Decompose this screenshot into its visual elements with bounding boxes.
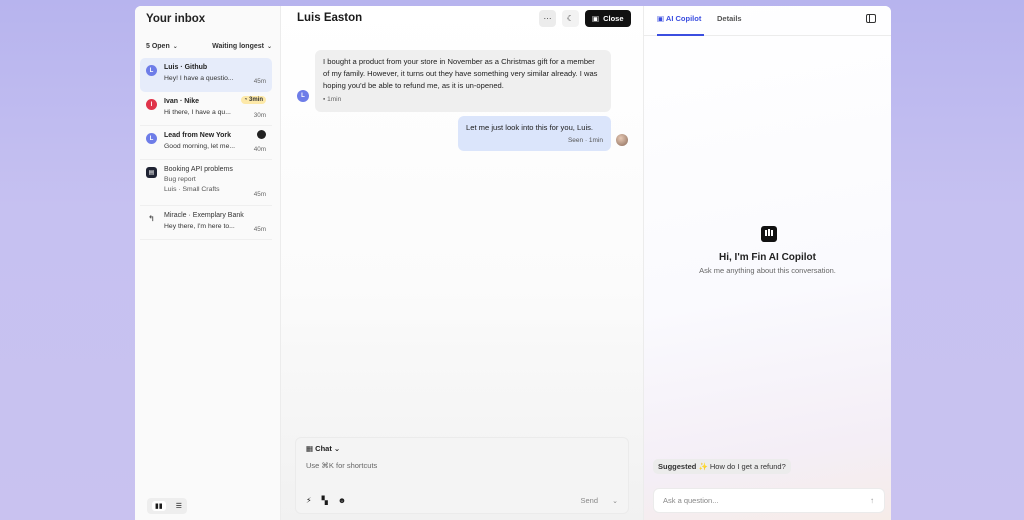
fin-logo-icon xyxy=(761,226,777,242)
conversation-name: Luis · Github xyxy=(164,64,208,71)
conversation-snippet: Hi there, I have a qu... xyxy=(164,109,231,116)
active-tab-indicator xyxy=(657,34,704,36)
more-icon: ··· xyxy=(543,14,552,23)
conversation-sub: Luis · Small Crafts xyxy=(164,186,220,193)
agent-avatar xyxy=(616,134,628,146)
sla-badge: ◔ 3min xyxy=(240,96,266,104)
agent-message: Let me just look into this for you, Luis… xyxy=(458,116,611,151)
chat-icon: ▦ xyxy=(306,444,316,453)
conversation-snippet: Hey there, I'm here to... xyxy=(164,223,235,230)
split-view-icon[interactable]: ▮▮ xyxy=(152,501,166,511)
send-options-chevron-icon[interactable]: ⌄ xyxy=(612,497,618,505)
copilot-greeting: Hi, I'm Fin AI Copilot xyxy=(719,252,816,263)
conversation-title: Luis Easton xyxy=(297,12,363,24)
copilot-panel: ▣ AI Copilot Details Hi, I'm Fin AI Copi… xyxy=(643,6,891,520)
sparkle-icon: ✨ xyxy=(698,462,710,471)
list-view-icon[interactable]: ☰ xyxy=(176,502,182,510)
chevron-down-icon: ⌄ xyxy=(331,444,341,453)
avatar: L xyxy=(146,65,157,76)
copilot-tabs: ▣ AI Copilot Details xyxy=(644,6,891,36)
conversation-list: L Luis · Github Hey! I have a questio...… xyxy=(140,58,272,240)
avatar: L xyxy=(146,133,157,144)
conversation-name: Lead from New York xyxy=(164,132,232,139)
suggested-question[interactable]: Suggested ✨ How do I get a refund? xyxy=(653,459,791,474)
composer-mode-select[interactable]: ▦ Chat ⌄ xyxy=(306,444,340,453)
conversation-time: 30m xyxy=(253,112,266,119)
message-meta: ▪ 1min xyxy=(323,96,342,103)
composer[interactable]: ▦ Chat ⌄ Use ⌘K for shortcuts ⚡ ▚ ☻ Send… xyxy=(295,437,629,514)
lightning-icon[interactable]: ⚡ xyxy=(306,496,312,505)
customer-avatar: L xyxy=(297,90,309,102)
conversation-panel: Luis Easton ··· ☾ ▣ Close I bought a pro… xyxy=(281,6,643,520)
app-window: Your inbox 5 Open ⌄ Waiting longest ⌄ L Lu… xyxy=(135,6,891,520)
conversation-time: 45m xyxy=(253,226,266,233)
conversation-snippet: Good morning, let me... xyxy=(164,143,236,150)
conversation-snippet: Hey! I have a questio... xyxy=(164,75,234,82)
moon-icon: ☾ xyxy=(566,14,575,23)
more-options-button[interactable]: ··· xyxy=(539,10,556,27)
avatar: I xyxy=(146,99,157,110)
conversation-name: Miracle · Exemplary Bank xyxy=(164,212,244,219)
chevron-down-icon: ⌄ xyxy=(266,44,272,50)
conversation-time: 45m xyxy=(253,191,266,198)
send-button[interactable]: Send xyxy=(580,496,598,505)
ask-question-box: ↑ xyxy=(653,488,885,513)
ticket-icon: ▤ xyxy=(146,167,157,178)
chevron-down-icon: ⌄ xyxy=(172,44,178,50)
conversation-item-miracle[interactable]: ↰ Miracle · Exemplary Bank Hey there, I'… xyxy=(140,206,272,240)
conversation-time: 45m xyxy=(253,78,266,85)
arrow-up-icon[interactable]: ↑ xyxy=(870,496,874,505)
tab-details[interactable]: Details xyxy=(717,14,742,23)
bookmark-icon[interactable]: ▚ xyxy=(322,496,328,505)
inbox-title: Your inbox xyxy=(146,13,206,25)
conversation-item-booking[interactable]: ▤ Booking API problems Bug report Luis ·… xyxy=(140,160,272,206)
snooze-button[interactable]: ☾ xyxy=(562,10,579,27)
view-toggle[interactable]: ▮▮ ☰ xyxy=(147,498,187,514)
composer-input[interactable]: Use ⌘K for shortcuts xyxy=(306,461,377,470)
assignee-avatar xyxy=(257,130,266,139)
customer-message: I bought a product from your store in No… xyxy=(315,50,611,112)
copilot-icon: ▣ xyxy=(657,14,666,23)
message-text: Let me just look into this for you, Luis… xyxy=(466,123,594,132)
conversation-header: Luis Easton ··· ☾ ▣ Close xyxy=(281,6,643,34)
emoji-icon[interactable]: ☻ xyxy=(338,496,346,505)
ask-question-input[interactable] xyxy=(663,496,853,505)
inbox-panel: Your inbox 5 Open ⌄ Waiting longest ⌄ L Lu… xyxy=(135,6,281,520)
panel-toggle-icon[interactable] xyxy=(866,14,876,23)
conversation-snippet: Bug report xyxy=(164,176,196,183)
reply-icon: ↰ xyxy=(148,214,155,223)
tab-ai-copilot[interactable]: ▣ AI Copilot xyxy=(657,14,701,23)
message-text: I bought a product from your store in No… xyxy=(323,57,598,90)
message-meta: Seen · 1min xyxy=(567,137,603,144)
close-button[interactable]: ▣ Close xyxy=(585,10,631,27)
sort-filter[interactable]: Waiting longest ⌄ xyxy=(212,43,272,50)
copilot-subtitle: Ask me anything about this conversation. xyxy=(699,266,836,275)
conversation-item-luis[interactable]: L Luis · Github Hey! I have a questio...… xyxy=(140,58,272,92)
conversation-item-ivan[interactable]: I Ivan · Nike Hi there, I have a qu... ◔… xyxy=(140,92,272,126)
inbox-icon: ▣ xyxy=(592,14,600,23)
conversation-name: Booking API problems xyxy=(164,166,233,173)
inbox-filters: 5 Open ⌄ Waiting longest ⌄ xyxy=(146,43,272,50)
open-filter[interactable]: 5 Open ⌄ xyxy=(146,43,178,50)
conversation-time: 40m xyxy=(253,146,266,153)
conversation-item-lead[interactable]: L Lead from New York Good morning, let m… xyxy=(140,126,272,160)
composer-tools: ⚡ ▚ ☻ xyxy=(306,496,346,505)
